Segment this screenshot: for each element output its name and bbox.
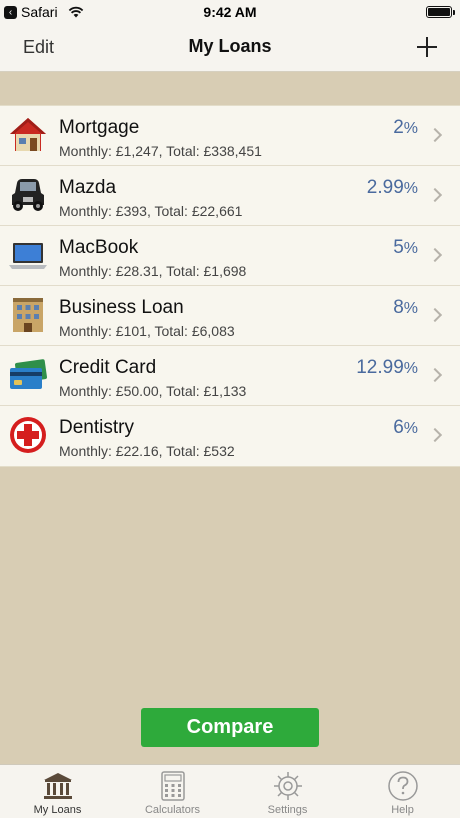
laptop-icon — [9, 243, 47, 269]
chevron-right-icon — [427, 307, 443, 323]
loan-row-mortgage[interactable]: Mortgage Monthly: £1,247, Total: £338,45… — [0, 106, 460, 166]
tab-label: Settings — [267, 804, 308, 816]
loan-name: Credit Card — [59, 357, 157, 378]
loan-rate: 6% — [393, 417, 418, 438]
loan-name: MacBook — [59, 237, 139, 258]
medical-cross-icon — [10, 417, 46, 453]
battery-icon — [426, 6, 455, 18]
loan-row-dentistry[interactable]: Dentistry Monthly: £22.16, Total: £532 6… — [0, 406, 460, 466]
page-title: My Loans — [188, 36, 272, 56]
bank-icon — [43, 773, 72, 799]
loan-name: Mazda — [59, 177, 117, 198]
chevron-right-icon — [427, 427, 443, 443]
car-icon — [12, 179, 44, 211]
chevron-right-icon — [427, 127, 443, 143]
loan-summary: Monthly: £22.16, Total: £532 — [59, 443, 235, 459]
loan-name: Mortgage — [59, 117, 140, 138]
tab-label: Help — [391, 804, 414, 816]
add-loan-button[interactable] — [414, 34, 440, 60]
loan-rate: 8% — [393, 297, 418, 318]
loan-summary: Monthly: £28.31, Total: £1,698 — [59, 263, 247, 279]
chevron-right-icon — [427, 187, 443, 203]
loan-list: Mortgage Monthly: £1,247, Total: £338,45… — [0, 105, 460, 467]
loan-name: Business Loan — [59, 297, 184, 318]
loan-name: Dentistry — [59, 417, 134, 438]
house-icon — [10, 118, 46, 151]
loan-rate: 2.99% — [366, 177, 418, 198]
edit-button[interactable]: Edit — [23, 37, 54, 58]
tab-bar: My Loans Calculators Settings Help — [0, 764, 460, 818]
loan-summary: Monthly: £393, Total: £22,661 — [59, 203, 243, 219]
loan-summary: Monthly: £101, Total: £6,083 — [59, 323, 235, 339]
loan-row-macbook[interactable]: MacBook Monthly: £28.31, Total: £1,698 5… — [0, 226, 460, 286]
navigation-bar: Edit My Loans — [0, 24, 460, 72]
loan-rate: 5% — [393, 237, 418, 258]
loan-summary: Monthly: £50.00, Total: £1,133 — [59, 383, 247, 399]
chevron-right-icon — [427, 247, 443, 263]
building-icon — [13, 298, 43, 332]
tab-label: My Loans — [33, 804, 82, 816]
loan-row-mazda[interactable]: Mazda Monthly: £393, Total: £22,661 2.99… — [0, 166, 460, 226]
tab-settings[interactable]: Settings — [230, 765, 345, 818]
calculator-icon — [160, 771, 185, 801]
loan-summary: Monthly: £1,247, Total: £338,451 — [59, 143, 262, 159]
tab-help[interactable]: Help — [345, 765, 460, 818]
loan-row-business-loan[interactable]: Business Loan Monthly: £101, Total: £6,0… — [0, 286, 460, 346]
loan-row-credit-card[interactable]: Credit Card Monthly: £50.00, Total: £1,1… — [0, 346, 460, 406]
tab-label: Calculators — [144, 804, 201, 816]
status-time: 9:42 AM — [203, 4, 257, 20]
question-icon — [387, 771, 418, 801]
credit-card-icon — [10, 359, 47, 389]
status-bar: ‹ Safari 9:42 AM — [0, 0, 460, 24]
gear-icon — [273, 772, 302, 800]
tab-calculators[interactable]: Calculators — [115, 765, 230, 818]
compare-button[interactable]: Compare — [141, 708, 319, 747]
loan-rate: 12.99% — [356, 357, 418, 378]
tab-my-loans[interactable]: My Loans — [0, 765, 115, 818]
loan-rate: 2% — [393, 117, 418, 138]
chevron-right-icon — [427, 367, 443, 383]
